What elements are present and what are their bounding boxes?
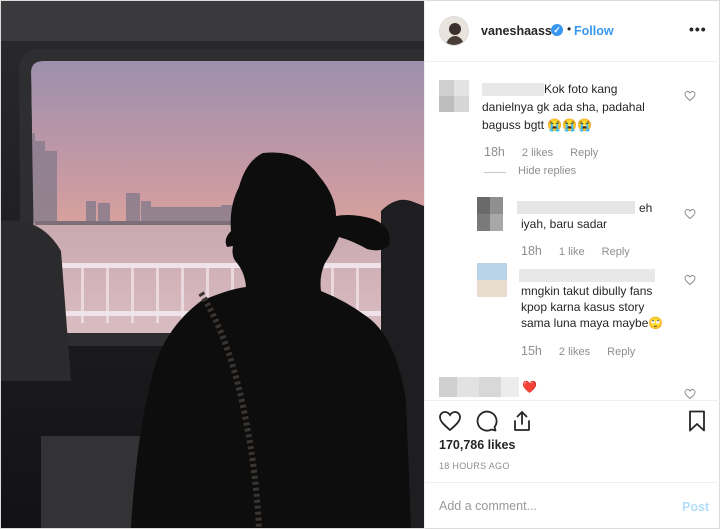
bookmark-icon[interactable]: [685, 409, 709, 433]
comment-time: 18h: [484, 145, 505, 159]
separator-dot: •: [567, 22, 572, 36]
comment-like-heart-icon[interactable]: [684, 388, 696, 400]
reply-button[interactable]: Reply: [607, 346, 635, 358]
comment-text: eh: [639, 201, 653, 215]
comment-like-heart-icon[interactable]: [684, 90, 696, 102]
comment-likes[interactable]: 2 likes: [522, 147, 553, 159]
commenter-avatar-blurred[interactable]: [477, 263, 507, 297]
avatar[interactable]: [439, 16, 469, 46]
comment-like-heart-icon[interactable]: [684, 274, 696, 286]
add-comment-input[interactable]: [439, 499, 659, 513]
action-bar: [425, 400, 720, 440]
comment-time: 18h: [521, 244, 542, 258]
replies-divider: [484, 172, 506, 173]
username-link[interactable]: vaneshaass: [481, 24, 552, 38]
post-header: vaneshaass ✓ • Follow •••: [425, 0, 720, 62]
hide-replies-button[interactable]: Hide replies: [518, 165, 576, 177]
reply-button[interactable]: Reply: [602, 246, 630, 258]
comment-text: danielnya gk ada sha, padahal: [482, 100, 645, 114]
commenter-name-blurred[interactable]: [517, 201, 635, 214]
likes-count[interactable]: 170,786 likes: [439, 438, 515, 452]
more-options-icon[interactable]: •••: [689, 21, 707, 37]
post-comment-button[interactable]: Post: [682, 500, 709, 514]
post-timestamp[interactable]: 18 HOURS AGO: [439, 461, 510, 471]
heart-icon[interactable]: [438, 409, 462, 433]
comment-text: iyah, baru sadar: [521, 217, 608, 231]
add-comment-section: Post: [425, 482, 720, 529]
follow-button[interactable]: Follow: [574, 24, 614, 38]
comment-meta: 18h 2 likes Reply: [484, 145, 612, 159]
commenter-avatar-blurred[interactable]: [439, 80, 469, 112]
comments-list[interactable]: Kok foto kang danielnya gk ada sha, pada…: [425, 62, 720, 400]
commenter-name-blurred[interactable]: [482, 83, 544, 96]
comment-text: baguss bgtt 😭😭😭: [482, 118, 593, 132]
post-photo[interactable]: [1, 1, 424, 528]
commenter-avatar-blurred[interactable]: [477, 197, 503, 231]
share-icon[interactable]: [510, 409, 534, 433]
commenter-name-blurred[interactable]: [439, 377, 519, 397]
comment-text: sama luna maya maybe🙄: [521, 316, 664, 330]
comment-like-heart-icon[interactable]: [684, 208, 696, 220]
comment-meta: 15h 2 likes Reply: [521, 344, 649, 358]
comment-likes[interactable]: 2 likes: [559, 346, 590, 358]
comment-likes[interactable]: 1 like: [559, 246, 585, 258]
comment-text: Kok foto kang: [544, 82, 618, 96]
comment-meta: 18h 1 like Reply: [521, 244, 644, 258]
commenter-name-blurred[interactable]: [519, 269, 655, 282]
train-window-photo: [1, 1, 424, 528]
comment-text: ❤️: [522, 380, 537, 394]
reply-button[interactable]: Reply: [570, 147, 598, 159]
post-sidebar: vaneshaass ✓ • Follow ••• Kok foto kang …: [424, 0, 720, 529]
comment-icon[interactable]: [474, 409, 498, 433]
comment-time: 15h: [521, 344, 542, 358]
verified-badge-icon: ✓: [551, 24, 563, 36]
